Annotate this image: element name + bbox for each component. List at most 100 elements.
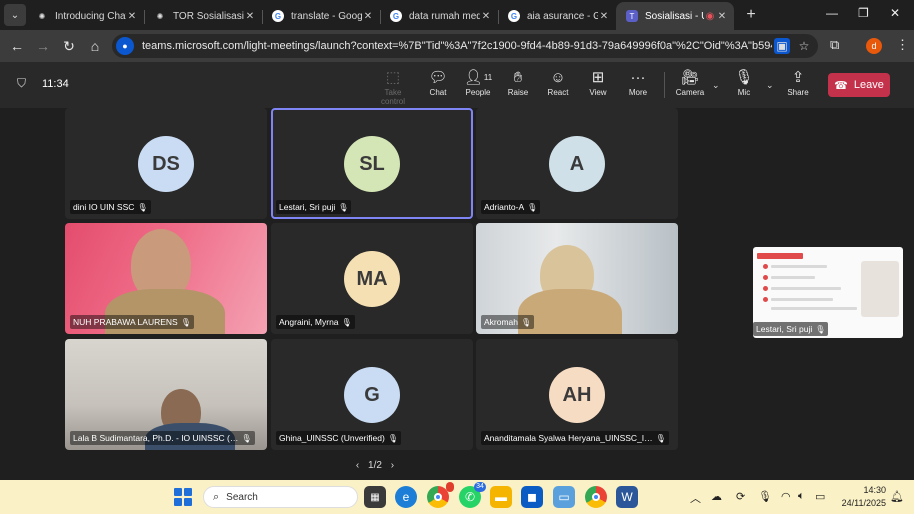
mic-muted-icon: 🎙︎ — [527, 203, 538, 212]
shared-content-card[interactable]: Lestari, Sri puji 🎙︎ — [753, 247, 903, 338]
address-bar[interactable]: ● teams.microsoft.com/light-meetings/lau… — [112, 34, 818, 58]
browser-menu-icon[interactable]: ⋮ — [896, 37, 909, 53]
notifications-icon[interactable]: 🔔︎ — [890, 490, 904, 503]
gallery-pager: ‹ 1/2 › — [345, 460, 405, 471]
minimize-icon[interactable]: — — [826, 6, 838, 20]
participant-tile[interactable]: AH Ananditamala Syalwa Heryana_UINSSC_I…… — [476, 339, 678, 450]
react-button[interactable]: ☺ React — [538, 68, 578, 97]
new-tab-button[interactable]: + — [740, 6, 762, 24]
microphone-tray-icon[interactable]: 🎙︎ — [758, 490, 772, 503]
back-icon[interactable]: ← — [4, 38, 30, 54]
participant-tile[interactable]: MA Angraini, Myrna 🎙︎ — [271, 223, 473, 334]
previous-page-icon[interactable]: ‹ — [356, 460, 359, 471]
microsoft-store-icon[interactable]: ◼ — [521, 486, 543, 508]
battery-icon[interactable]: ▭ — [815, 490, 825, 503]
browser-tab-active[interactable]: T Sosialisasi - UIN SSC ◉ ✕ — [616, 2, 734, 30]
show-hidden-icons-chevron[interactable]: ︿ — [690, 490, 701, 506]
tab-title: aia asurance - Google — [527, 10, 598, 22]
slide-text-line — [771, 265, 827, 268]
microphone-in-use-icon[interactable]: ● — [116, 37, 134, 55]
meeting-duration: 11:34 — [42, 78, 69, 90]
participant-tile[interactable]: DS dini IO UIN SSC 🎙︎ — [65, 108, 267, 219]
chrome-profile-icon[interactable] — [585, 486, 607, 508]
windows-start-icon[interactable] — [174, 488, 192, 506]
taskbar-search-box[interactable]: ⌕ Search — [203, 486, 358, 508]
participant-video-tile[interactable]: Akromah 🎙︎ — [476, 223, 678, 334]
slide-bullet — [763, 275, 768, 280]
participant-avatar: MA — [344, 251, 400, 307]
profile-avatar[interactable]: d — [866, 38, 882, 54]
tab-title: data rumah medis - Google — [409, 10, 480, 22]
tab-search-button[interactable]: ⌄ — [4, 4, 26, 26]
clock-date: 24/11/2025 — [841, 498, 886, 508]
close-window-icon[interactable]: ✕ — [890, 6, 900, 20]
chat-button[interactable]: 💬︎ Chat — [418, 68, 458, 97]
mic-options-chevron-icon[interactable]: ⌄ — [766, 80, 774, 91]
sync-icon[interactable]: ⟳ — [736, 490, 745, 503]
onedrive-sync-icon[interactable]: ☁ — [711, 490, 722, 503]
extensions-icon[interactable]: ⧉ — [830, 37, 839, 53]
view-button[interactable]: ⊞ View — [578, 68, 618, 97]
restore-icon[interactable]: ❐ — [858, 6, 869, 20]
raise-hand-button[interactable]: ✋︎ Raise — [498, 68, 538, 97]
toolbar-divider — [664, 72, 665, 98]
camera-button[interactable]: 🎥︎ Camera — [670, 68, 710, 97]
leave-button[interactable]: ☎︎ Leave — [828, 73, 890, 97]
search-placeholder: Search — [226, 491, 258, 503]
slide-bullet — [763, 264, 768, 269]
mic-button[interactable]: 🎙︎ Mic — [724, 68, 764, 97]
participant-avatar: A — [549, 136, 605, 192]
cast-icon[interactable]: ▣ — [774, 38, 790, 54]
close-tab-icon[interactable]: ✕ — [244, 11, 256, 22]
people-button[interactable]: 👤︎11 People — [458, 68, 498, 97]
people-count: 11 — [483, 73, 493, 82]
camera-options-chevron-icon[interactable]: ⌄ — [712, 80, 720, 91]
participant-name-label: Lestari, Sri puji 🎙︎ — [753, 322, 829, 336]
browser-tab[interactable]: ✺ TOR Sosialisasi Asuransi ✕ — [144, 2, 262, 30]
mic-muted-icon: 🎙︎ — [521, 318, 532, 327]
volume-icon[interactable]: 🔈︎ — [798, 490, 805, 503]
more-button[interactable]: ··· More — [618, 68, 658, 97]
browser-tab-strip: ⌄ ✺ Introducing ChatGPT ✕ ✺ TOR Sosialis… — [0, 0, 914, 30]
home-icon[interactable]: ⌂ — [82, 38, 108, 54]
browser-tab[interactable]: G aia asurance - Google ✕ — [498, 2, 616, 30]
wifi-icon[interactable]: ◠ — [781, 490, 791, 503]
reload-icon[interactable]: ↻ — [56, 38, 82, 55]
participant-tile[interactable]: G Ghina_UINSSC (Unverified) 🎙︎ — [271, 339, 473, 450]
participant-name: Lala B Sudimantara, Ph.D. - IO UINSSC (… — [73, 433, 239, 443]
browser-tab[interactable]: G translate - Google Search ✕ — [262, 2, 380, 30]
close-tab-icon[interactable]: ✕ — [362, 11, 374, 22]
participant-name: dini IO UIN SSC — [73, 202, 135, 212]
bookmark-star-icon[interactable]: ☆ — [796, 38, 812, 54]
browser-tab[interactable]: G data rumah medis - Google ✕ — [380, 2, 498, 30]
close-tab-icon[interactable]: ✕ — [598, 11, 610, 22]
tab-title: translate - Google Search — [291, 10, 362, 22]
take-control-icon: ⬚ — [385, 69, 401, 86]
whatsapp-icon[interactable]: ✆ 34 — [459, 482, 486, 508]
url-text[interactable]: teams.microsoft.com/light-meetings/launc… — [142, 40, 772, 52]
share-button[interactable]: ⇪ Share — [778, 68, 818, 97]
taskbar-clock[interactable]: 14:30 24/11/2025 — [832, 484, 886, 510]
participant-video-tile[interactable]: Lala B Sudimantara, Ph.D. - IO UINSSC (…… — [65, 339, 267, 450]
word-icon[interactable]: W — [616, 486, 638, 508]
close-tab-icon[interactable]: ✕ — [126, 11, 138, 22]
edge-icon[interactable]: e — [395, 486, 417, 508]
take-control-button[interactable]: ⬚ Take control — [373, 68, 413, 106]
take-control-label: Take control — [380, 88, 405, 106]
chat-label: Chat — [429, 88, 447, 97]
participant-name-label: Angraini, Myrna 🎙︎ — [276, 315, 355, 329]
browser-tab[interactable]: ✺ Introducing ChatGPT ✕ — [26, 2, 144, 30]
chrome-icon[interactable] — [427, 482, 454, 508]
participant-tile-active-speaker[interactable]: SL Lestari, Sri puji 🎙︎ — [271, 108, 473, 219]
close-tab-icon[interactable]: ✕ — [480, 11, 492, 22]
shield-icon: ⛉ — [17, 76, 27, 90]
file-explorer-icon[interactable]: ▬ — [490, 486, 512, 508]
mic-muted-icon: 🎙︎ — [180, 318, 191, 327]
forward-icon[interactable]: → — [30, 38, 56, 54]
photos-icon[interactable]: ▭ — [553, 486, 575, 508]
participant-tile[interactable]: A Adrianto-A 🎙︎ — [476, 108, 678, 219]
participant-video-tile[interactable]: NUH PRABAWA LAURENS 🎙︎ — [65, 223, 267, 334]
close-tab-icon[interactable]: ✕ — [716, 11, 728, 22]
next-page-icon[interactable]: › — [391, 460, 394, 471]
task-view-icon[interactable]: ▦ — [364, 486, 386, 508]
